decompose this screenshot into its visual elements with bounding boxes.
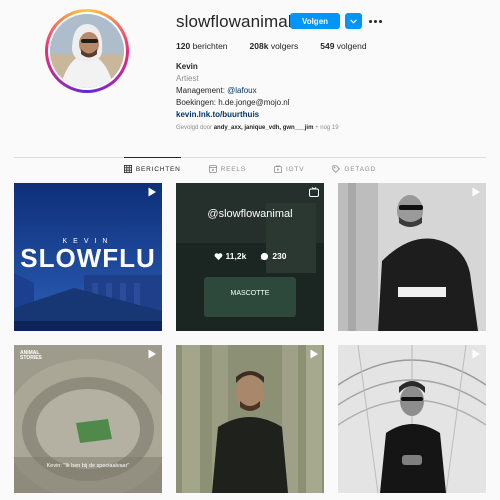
post-brand-text: ANIMAL STORIES xyxy=(20,350,42,361)
comment-icon xyxy=(261,252,269,260)
tab-tagged[interactable]: GETAGD xyxy=(332,158,376,180)
chevron-down-icon xyxy=(350,18,357,24)
video-icon xyxy=(148,187,156,197)
video-icon xyxy=(310,349,318,359)
management-mention-link[interactable]: @lafoux xyxy=(227,86,256,95)
tab-igtv[interactable]: IGTV xyxy=(273,158,304,180)
bio-website-link[interactable]: kevin.lnk.to/buurthuis xyxy=(176,109,290,121)
post-thumbnail[interactable]: @slowflowanimal 11,2k 230 MASCOTTE xyxy=(176,183,324,331)
post-mascotte-text: MASCOTTE xyxy=(230,290,270,297)
dot-icon xyxy=(378,19,382,23)
more-options-button[interactable] xyxy=(368,13,382,29)
profile-bio: Kevin Artiest Management: @lafoux Boekin… xyxy=(176,61,290,121)
tab-posts[interactable]: BERICHTEN xyxy=(123,157,181,180)
dot-icon xyxy=(368,19,372,23)
post-handle-text: @slowflowanimal xyxy=(207,208,293,220)
profile-tabs: BERICHTEN REELS IGTV GETAGD xyxy=(0,157,500,180)
post-thumbnail[interactable]: ANIMAL STORIES Kevin: "Ik ben bij de spe… xyxy=(14,345,162,493)
follow-button[interactable]: Volgen xyxy=(290,13,340,29)
video-icon xyxy=(472,187,480,197)
post-image-aerial-stadium xyxy=(14,345,162,493)
post-image-bw-portrait xyxy=(338,183,486,331)
heart-icon xyxy=(214,252,222,260)
post-thumbnail[interactable]: KEVIN SLOWFLU xyxy=(14,183,162,331)
grid-icon xyxy=(123,165,132,173)
bio-category: Artiest xyxy=(176,74,199,83)
post-thumbnail[interactable] xyxy=(176,345,324,493)
stat-following[interactable]: 549 volgend xyxy=(320,41,366,51)
post-image-dome-portrait xyxy=(338,345,486,493)
likes-count: 11,2k xyxy=(214,251,246,261)
igtv-icon xyxy=(309,187,319,197)
reels-icon xyxy=(208,165,217,173)
profile-username: slowflowanimal xyxy=(176,12,292,31)
stat-posts: 120 berichten xyxy=(176,41,228,51)
igtv-icon xyxy=(273,165,282,173)
tab-reels[interactable]: REELS xyxy=(208,158,246,180)
post-slowflu-text: SLOWFLU xyxy=(20,243,156,273)
bio-bookings: Boekingen: h.de.jonge@mojo.nl xyxy=(176,98,290,107)
bio-name: Kevin xyxy=(176,62,198,71)
followed-by[interactable]: Gevolgd door andy_axx, janique_vdh, gwn_… xyxy=(176,125,339,131)
stat-followers[interactable]: 208k volgers xyxy=(250,41,299,51)
avatar[interactable] xyxy=(45,9,129,93)
comments-count: 230 xyxy=(260,251,287,261)
profile-stats: 120 berichten 208k volgers 549 volgend xyxy=(176,41,389,51)
post-thumbnail[interactable] xyxy=(338,183,486,331)
video-icon xyxy=(472,349,480,359)
post-thumbnail[interactable] xyxy=(338,345,486,493)
post-image-columns-portrait xyxy=(176,345,324,493)
dot-icon xyxy=(373,19,377,23)
post-caption-text: Kevin: "Ik ben bij de speciaalvaar" xyxy=(46,463,130,469)
suggestions-dropdown-button[interactable] xyxy=(345,13,362,29)
profile-header: slowflowanimal Volgen 120 berichten 208k… xyxy=(0,0,500,150)
tag-icon xyxy=(332,165,341,173)
post-hover-stats: 11,2k 230 xyxy=(176,251,324,261)
bio-management: Management: @lafoux xyxy=(176,86,257,95)
video-icon xyxy=(148,349,156,359)
